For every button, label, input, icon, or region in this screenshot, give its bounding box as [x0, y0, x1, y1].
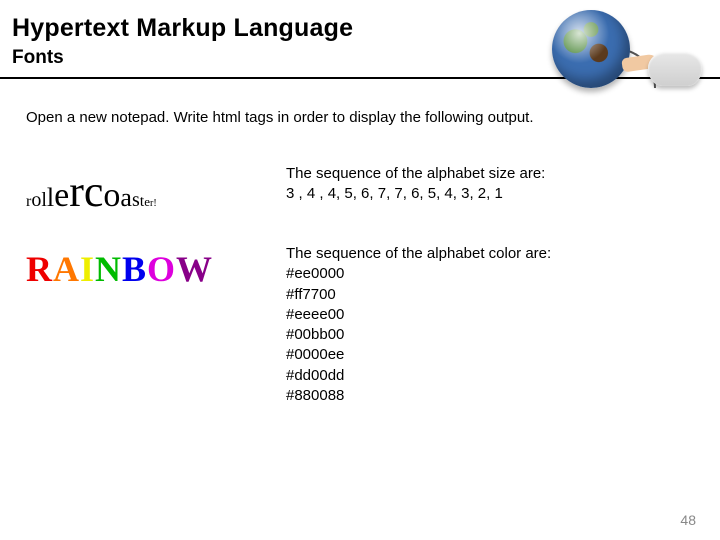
mouse-icon — [648, 52, 702, 86]
rainbow-desc: The sequence of the alphabet color are: … — [286, 244, 551, 406]
roller-letter: s — [132, 190, 140, 210]
roller-letter: o — [103, 179, 120, 213]
rainbow-row: RAINBOW The sequence of the alphabet col… — [26, 244, 694, 406]
color-code-0: #ee0000 — [286, 264, 551, 284]
color-code-6: #880088 — [286, 386, 551, 406]
rainbow-letter: W — [176, 249, 213, 289]
rainbow-letter: O — [147, 249, 176, 289]
rainbow-letter: A — [53, 249, 80, 289]
roller-letter: e — [54, 179, 69, 213]
rainbow-letter: N — [95, 249, 122, 289]
rainbow-letter: R — [26, 249, 53, 289]
rollercoaster-row: rollercoaster! The sequence of the alpha… — [26, 164, 694, 214]
roller-letter: r — [69, 170, 84, 214]
roller-letter: c — [84, 170, 104, 214]
rollercoaster-desc: The sequence of the alphabet size are: 3… — [286, 164, 545, 205]
content-area: rollercoaster! The sequence of the alpha… — [0, 126, 720, 406]
color-desc-lead: The sequence of the alphabet color are: — [286, 244, 551, 264]
color-code-2: #eeee00 — [286, 305, 551, 325]
header-image — [510, 4, 710, 99]
rainbow-visual: RAINBOW — [26, 244, 286, 290]
rainbow-letter: B — [122, 249, 147, 289]
rollercoaster-visual: rollercoaster! — [26, 164, 286, 214]
roller-letter: o — [31, 190, 41, 210]
color-code-3: #00bb00 — [286, 325, 551, 345]
color-code-4: #0000ee — [286, 345, 551, 365]
page-number: 48 — [680, 512, 696, 528]
roller-letter: l — [47, 185, 54, 211]
roller-letter: ! — [153, 199, 156, 209]
color-code-1: #ff7700 — [286, 285, 551, 305]
color-code-5: #dd00dd — [286, 366, 551, 386]
size-desc-seq: 3 , 4 , 4, 5, 6, 7, 7, 6, 5, 4, 3, 2, 1 — [286, 184, 545, 204]
rainbow-letter: I — [80, 249, 95, 289]
roller-letter: a — [120, 185, 132, 211]
globe-icon — [552, 10, 630, 88]
size-desc-lead: The sequence of the alphabet size are: — [286, 164, 545, 184]
